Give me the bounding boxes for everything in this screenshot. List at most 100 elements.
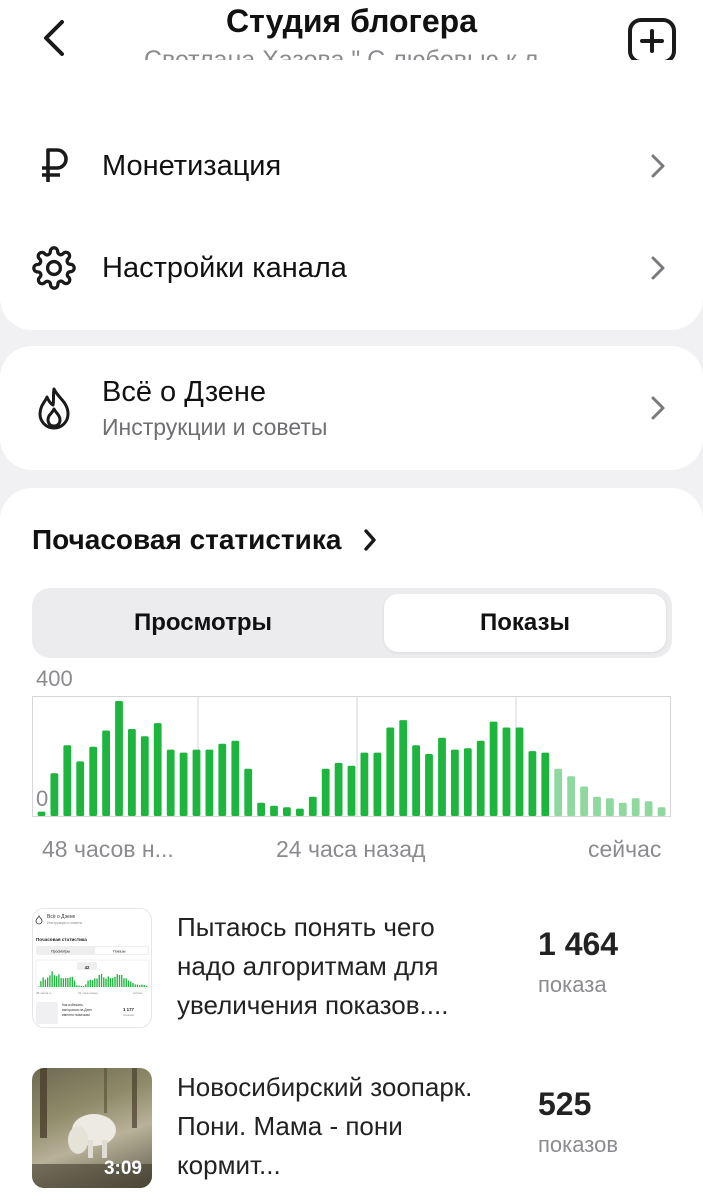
page-title: Студия блогера — [225, 3, 477, 39]
gear-icon — [30, 244, 78, 292]
ruble-icon — [30, 142, 78, 190]
impressions-label: показов — [538, 1132, 619, 1157]
video-thumbnail: 3:09 — [32, 1068, 152, 1188]
chart-bar — [489, 721, 498, 816]
thumbnail-chart-bar — [96, 978, 98, 987]
chart-bar — [128, 729, 136, 816]
chart-bar — [580, 786, 588, 816]
chart-bar — [554, 768, 563, 816]
thumbnail-chart-bar — [71, 976, 74, 987]
chart-bar — [257, 802, 265, 816]
svg-text:именно новичкам: именно новичкам — [62, 1013, 90, 1017]
thumbnail-chart-bar — [127, 980, 130, 987]
publication-item[interactable]: 3:09 Новосибирский зоопарк. Пони. Мама -… — [0, 1068, 703, 1198]
thumbnail-chart-bar — [44, 979, 47, 987]
chart-bar — [50, 773, 59, 816]
chart-bar — [476, 740, 485, 816]
thumbnail-chart-bar — [116, 974, 118, 987]
thumbnail-chart-bar — [91, 980, 94, 987]
thumbnail-chart-bar — [42, 977, 44, 987]
menu-item-channel-settings[interactable]: Настройки канала — [0, 228, 703, 308]
thumbnail-chart-bar — [123, 978, 125, 987]
chart-bar — [360, 752, 369, 816]
publication-thumbnail: Всё о Дзене Инструкции и советы Почасова… — [32, 908, 152, 1028]
thumbnail-chart-bar — [49, 975, 51, 987]
publication-title: Пытаюсь понять чего надо алгоритмам для … — [177, 912, 449, 1020]
thumbnail-chart-bar — [69, 977, 71, 987]
thumbnail-chart-bar — [58, 974, 60, 987]
thumbnail-chart-bar — [94, 978, 96, 987]
chart-bar — [231, 740, 240, 816]
menu-item-label: Настройки канала — [102, 251, 347, 284]
menu-item-monetization[interactable]: Монетизация — [0, 126, 703, 206]
chart-bar — [166, 749, 175, 816]
chart-bar — [567, 776, 575, 816]
studio-menu-card: Монетизация Настройки канала — [0, 60, 703, 330]
thumbnail-screenshot: Всё о Дзене Инструкции и советы Почасова… — [33, 909, 151, 1027]
hourly-stats-link[interactable]: Почасовая статистика — [32, 524, 387, 556]
thumbnail-chart-bar — [105, 978, 107, 987]
x-axis-label-middle: 24 часа назад — [276, 836, 426, 862]
thumbnail-chart-bar — [114, 976, 116, 987]
video-duration: 3:09 — [103, 1158, 142, 1179]
chart-bar — [76, 761, 85, 816]
chart-bar — [425, 754, 433, 816]
thumbnail-chart-bar — [145, 985, 148, 987]
impressions-count: 1 464 — [538, 926, 619, 962]
thumbnail-chart-bar — [112, 977, 114, 987]
chart-bar — [115, 701, 123, 816]
chevron-right-icon — [644, 152, 672, 180]
thumbnail-chart-bar — [64, 978, 67, 987]
add-content-button[interactable] — [626, 16, 678, 66]
chart-bar — [502, 727, 511, 816]
thumbnail-chart-bar — [89, 979, 91, 987]
chart-bar — [657, 807, 666, 816]
chart-svg — [32, 696, 671, 817]
svg-text:1 177: 1 177 — [123, 1007, 135, 1012]
svg-text:Как избежать: Как избежать — [62, 1003, 83, 1007]
chart-bar — [192, 749, 201, 816]
svg-text:Почасовая статистика: Почасовая статистика — [36, 937, 87, 942]
thumbnail-chart-bar — [85, 984, 87, 987]
chart-bar — [218, 743, 227, 816]
thumbnail-chart-bar — [100, 974, 103, 987]
thumbnail-chart-bar — [46, 977, 49, 987]
chart-bar — [438, 737, 446, 816]
publication-item[interactable]: Всё о Дзене Инструкции и советы Почасова… — [0, 908, 703, 1038]
chart-bar — [296, 808, 304, 816]
zen-info-card[interactable]: Всё о Дзене Инструкции и советы — [0, 346, 703, 470]
thumbnail-chart-bar — [130, 981, 132, 987]
chart-bar — [89, 746, 98, 816]
chart-bar — [515, 727, 524, 816]
svg-text:Всё о Дзене: Всё о Дзене — [47, 914, 76, 920]
thumbnail-chart-bar — [51, 971, 53, 987]
zen-info-title: Всё о Дзене — [102, 376, 267, 408]
chart-bar — [528, 751, 537, 816]
tab-views[interactable]: Просмотры — [38, 594, 368, 652]
thumbnail-chart-bar — [53, 975, 56, 987]
chart-bar — [321, 768, 330, 816]
back-button[interactable] — [30, 14, 78, 62]
svg-text:выгорания на Дзен: выгорания на Дзен — [62, 1008, 92, 1012]
thumbnail-chart-bar — [143, 985, 145, 987]
x-axis-label-start: 48 часов н... — [42, 836, 174, 862]
impressions-count: 525 — [538, 1086, 592, 1122]
svg-text:Показы: Показы — [113, 950, 126, 954]
chart-bar — [308, 796, 317, 816]
thumbnail-chart-bar — [38, 986, 40, 987]
thumbnail-chart-bar — [103, 977, 105, 987]
chart-bar — [153, 723, 162, 816]
impressions-label: показа — [538, 972, 607, 997]
thumbnail-chart-bar — [118, 975, 121, 987]
thumbnail-chart-bar — [134, 984, 136, 987]
svg-text:48 часов н...: 48 часов н... — [36, 991, 53, 995]
back-arrow-icon — [44, 20, 64, 56]
tab-impressions[interactable]: Показы — [384, 594, 666, 652]
thumbnail-chart-bar — [55, 976, 58, 987]
x-axis-label-end: сейчас — [588, 836, 662, 862]
chart-bar — [347, 765, 356, 816]
chart-bar — [270, 805, 278, 816]
svg-text:Инструкции и советы: Инструкции и советы — [47, 921, 83, 925]
plus-square-icon — [628, 18, 676, 64]
thumbnail-chart-bar — [73, 980, 76, 987]
